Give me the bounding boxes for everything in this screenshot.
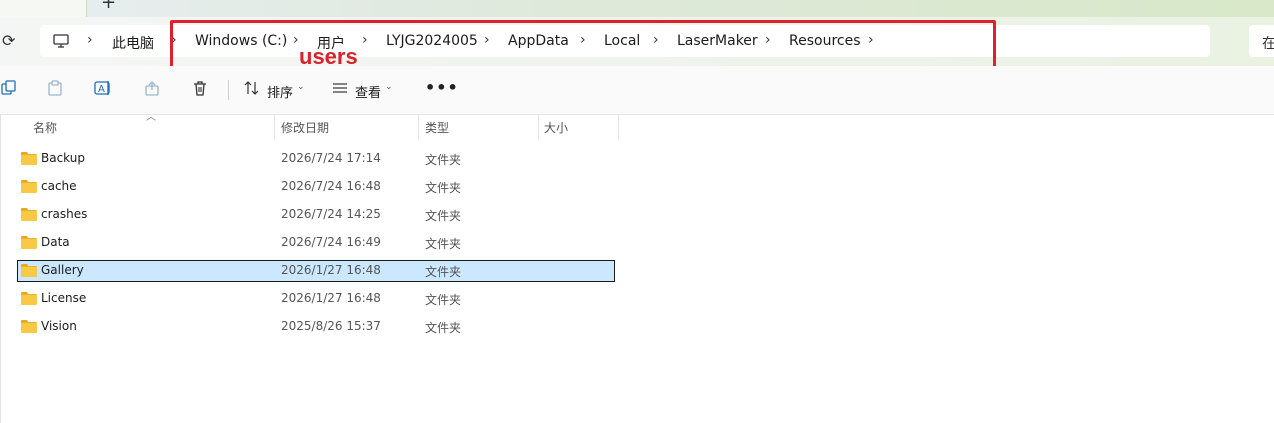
file-name: cache (41, 179, 77, 193)
view-button-label[interactable]: 查看 (355, 82, 381, 101)
chevron-down-icon[interactable]: ⌄ (385, 82, 393, 92)
file-name: Backup (41, 151, 85, 165)
paste-icon[interactable] (46, 80, 64, 98)
share-icon[interactable] (143, 80, 161, 98)
svg-text:A: A (98, 84, 105, 95)
refresh-icon[interactable]: ⟳ (2, 31, 15, 50)
folder-icon (21, 320, 37, 333)
column-divider[interactable] (418, 114, 419, 140)
file-modified: 2026/7/24 14:25 (281, 207, 381, 221)
title-bar (0, 0, 1274, 17)
folder-icon (21, 180, 37, 193)
pane-divider (0, 114, 1, 423)
active-tab[interactable] (0, 0, 87, 17)
more-options-icon[interactable]: ••• (425, 78, 459, 97)
column-divider[interactable] (618, 114, 619, 140)
column-header-size[interactable]: 大小 (544, 119, 568, 136)
column-divider[interactable] (538, 114, 539, 140)
new-tab-icon[interactable]: + (101, 0, 116, 13)
view-icon[interactable] (331, 80, 349, 98)
folder-icon (21, 292, 37, 305)
file-type: 文件夹 (425, 153, 462, 167)
column-header-name[interactable]: 名称 (33, 119, 57, 136)
copy-icon[interactable] (0, 80, 18, 98)
sort-up-icon: ︿ (146, 112, 156, 123)
search-placeholder: 在 (1262, 36, 1274, 52)
file-modified: 2026/1/27 16:48 (281, 263, 381, 277)
file-modified: 2025/8/26 15:37 (281, 319, 381, 333)
file-modified: 2026/7/24 16:48 (281, 179, 381, 193)
column-header-type[interactable]: 类型 (425, 119, 449, 136)
sort-icon[interactable] (243, 80, 261, 98)
file-modified: 2026/7/24 16:49 (281, 235, 381, 249)
computer-icon[interactable] (53, 33, 69, 49)
folder-icon (21, 264, 37, 277)
chevron-right-icon[interactable]: › (87, 32, 93, 48)
file-modified: 2026/1/27 16:48 (281, 291, 381, 305)
column-header-modified[interactable]: 修改日期 (281, 119, 329, 136)
file-type: 文件夹 (425, 209, 462, 223)
folder-icon (21, 236, 37, 249)
file-type: 文件夹 (425, 265, 462, 279)
breadcrumb-item-this-pc[interactable]: 此电脑 (112, 33, 154, 53)
toolbar-divider (228, 80, 229, 100)
folder-icon (21, 208, 37, 221)
column-divider[interactable] (274, 114, 275, 140)
folder-icon (21, 152, 37, 165)
chevron-down-icon[interactable]: ⌄ (297, 82, 305, 92)
file-type: 文件夹 (425, 237, 462, 251)
file-type: 文件夹 (425, 321, 462, 335)
file-type: 文件夹 (425, 293, 462, 307)
delete-icon[interactable] (191, 80, 209, 98)
file-name: Gallery (41, 263, 84, 277)
file-modified: 2026/7/24 17:14 (281, 151, 381, 165)
file-name: License (41, 291, 87, 305)
file-name: crashes (41, 207, 88, 221)
file-name: Vision (41, 319, 77, 333)
sort-button-label[interactable]: 排序 (267, 82, 293, 101)
file-type: 文件夹 (425, 181, 462, 195)
file-name: Data (41, 235, 70, 249)
rename-icon[interactable]: A (94, 80, 112, 98)
